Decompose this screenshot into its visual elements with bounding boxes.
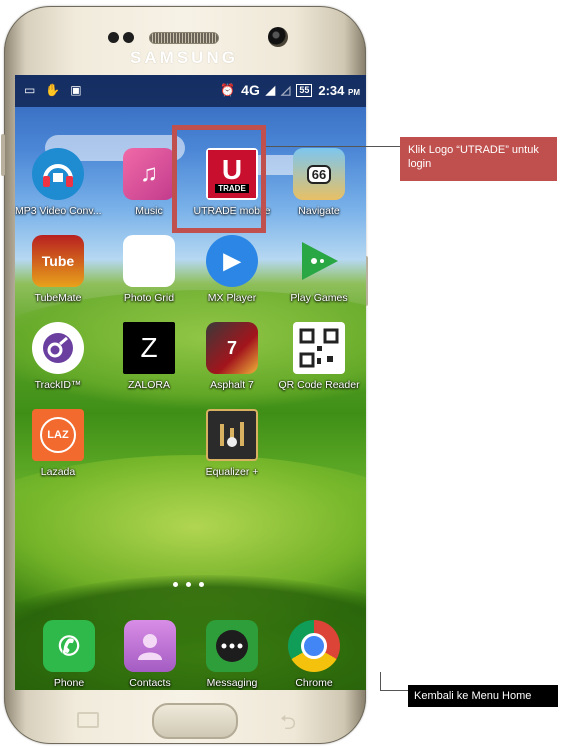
network-type: 4G <box>241 82 260 98</box>
clock: 2:34 PM <box>318 82 360 98</box>
app-lazada[interactable]: LAZ Lazada <box>15 409 101 478</box>
app-label: TrackID™ <box>34 379 82 391</box>
signal-icon: ◢ <box>265 83 276 97</box>
app-trackid[interactable]: TrackID™ <box>15 322 101 391</box>
app-photo-grid[interactable]: Photo Grid <box>106 235 192 304</box>
zalora-logo-icon: Z <box>123 322 175 374</box>
hand-gesture-icon: ✋ <box>45 83 61 97</box>
app-label: MX Player <box>207 292 257 304</box>
lazada-logo-icon: LAZ <box>32 409 84 461</box>
dock-chrome[interactable]: Chrome <box>271 620 357 689</box>
app-label: MP3 Video Conv... <box>15 205 102 217</box>
app-label: Contacts <box>129 677 171 689</box>
home-button[interactable] <box>152 703 238 739</box>
photo-grid-icon <box>123 235 175 287</box>
app-label: Play Games <box>290 292 348 304</box>
app-label: ZALORA <box>127 379 170 391</box>
app-mx-player[interactable]: ▶ MX Player <box>189 235 275 304</box>
app-qr-code-reader[interactable]: QR Code Reader <box>276 322 362 391</box>
play-icon: ▶ <box>206 235 258 287</box>
sensor-dots <box>108 30 138 43</box>
chrome-icon <box>288 620 340 672</box>
message-notification-icon: ▣ <box>70 83 82 97</box>
gallery-notification-icon: ▭ <box>24 83 36 97</box>
back-button[interactable]: ⮌ <box>280 708 296 742</box>
app-label: Asphalt 7 <box>210 379 254 391</box>
phone-frame: SAMSUNG ▭ ✋ ▣ ⏰ 4G ◢ ◿ 55 2:34 PM MP3 Vi… <box>1 6 368 744</box>
race-car-icon: 7 <box>206 322 258 374</box>
messaging-icon <box>206 620 258 672</box>
status-bar: ▭ ✋ ▣ ⏰ 4G ◢ ◿ 55 2:34 PM <box>15 75 366 107</box>
trackid-icon <box>32 322 84 374</box>
qr-code-icon <box>293 322 345 374</box>
contacts-icon <box>124 620 176 672</box>
music-note-icon: ♫ <box>123 148 175 200</box>
earpiece-speaker <box>149 32 219 44</box>
home-callout-connector <box>380 690 408 691</box>
tubemate-icon: Tube <box>32 235 84 287</box>
battery-level: 55 <box>296 83 313 97</box>
app-mp3-video-converter[interactable]: MP3 Video Conv... <box>15 148 102 217</box>
app-label: Lazada <box>40 466 76 478</box>
brand-logo: SAMSUNG <box>130 48 238 67</box>
recent-apps-button[interactable] <box>77 712 99 728</box>
front-camera <box>268 27 288 47</box>
map-navigate-icon: 66 <box>293 148 345 200</box>
home-callout-connector <box>380 672 381 690</box>
app-label: Chrome <box>295 677 333 689</box>
app-label: Equalizer + <box>205 466 259 478</box>
app-label: Photo Grid <box>123 292 175 304</box>
app-asphalt-7[interactable]: 7 Asphalt 7 <box>189 322 275 391</box>
dock-messaging[interactable]: Messaging <box>189 620 275 689</box>
app-label: QR Code Reader <box>278 379 360 391</box>
utrade-callout: Klik Logo “UTRADE” untuk login <box>400 137 557 181</box>
home-callout: Kembali ke Menu Home <box>408 685 558 707</box>
equalizer-icon <box>206 409 258 461</box>
dock-contacts[interactable]: Contacts <box>107 620 193 689</box>
signal-empty-icon: ◿ <box>281 83 291 97</box>
app-label: Messaging <box>206 677 258 689</box>
gamepad-icon <box>293 235 345 287</box>
page-indicator[interactable] <box>173 582 213 587</box>
app-navigate[interactable]: 66 Navigate <box>276 148 362 217</box>
app-label: Navigate <box>298 205 340 217</box>
app-label: Phone <box>53 677 85 689</box>
dock-phone[interactable]: ✆ Phone <box>26 620 112 689</box>
app-equalizer-plus[interactable]: Equalizer + <box>189 409 275 478</box>
app-play-games[interactable]: Play Games <box>276 235 362 304</box>
app-label: TubeMate <box>34 292 82 304</box>
headphones-icon <box>32 148 84 200</box>
phone-icon: ✆ <box>43 620 95 672</box>
app-zalora[interactable]: Z ZALORA <box>106 322 192 391</box>
utrade-highlight-box <box>172 125 266 233</box>
app-tubemate[interactable]: Tube TubeMate <box>15 235 101 304</box>
callout-connector-line <box>266 146 400 147</box>
volume-button[interactable] <box>1 134 5 176</box>
alarm-icon: ⏰ <box>220 83 236 97</box>
